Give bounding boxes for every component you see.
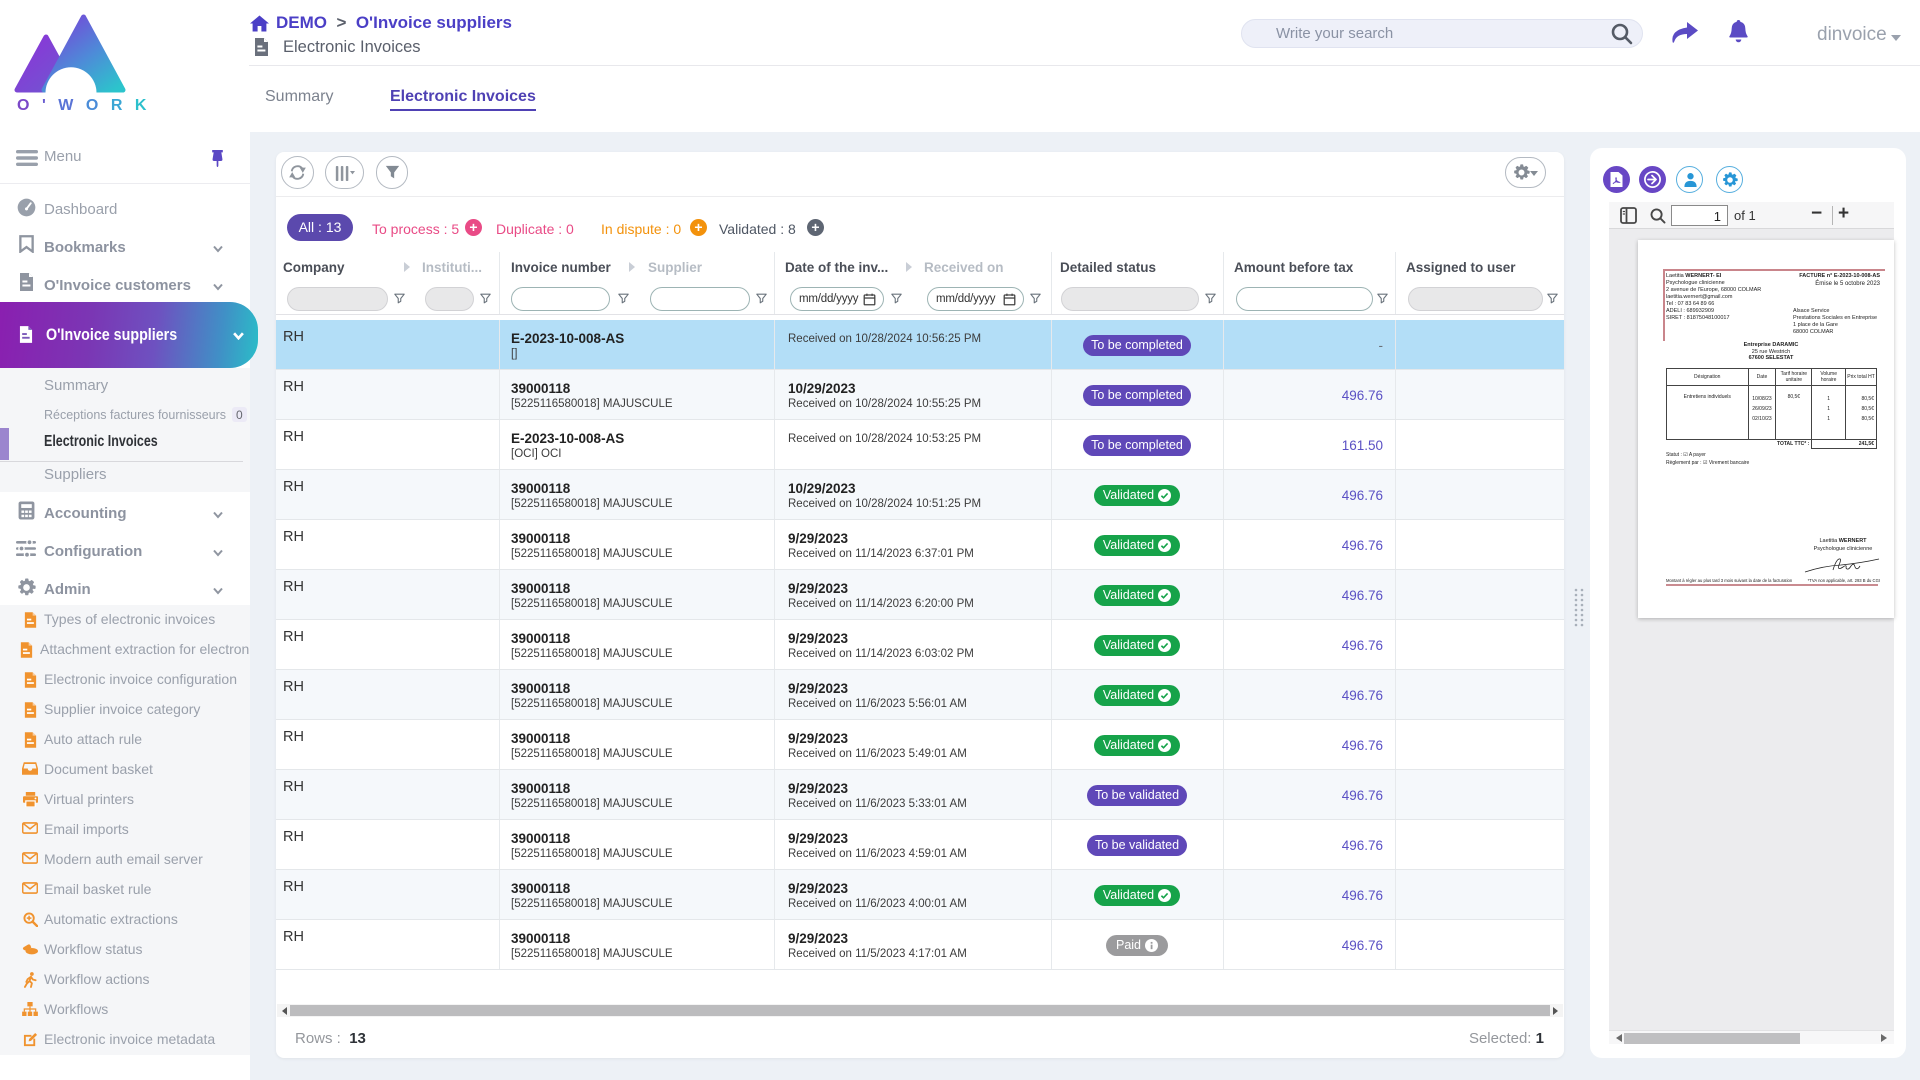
svg-text:O'WORK: O'WORK bbox=[17, 97, 159, 114]
